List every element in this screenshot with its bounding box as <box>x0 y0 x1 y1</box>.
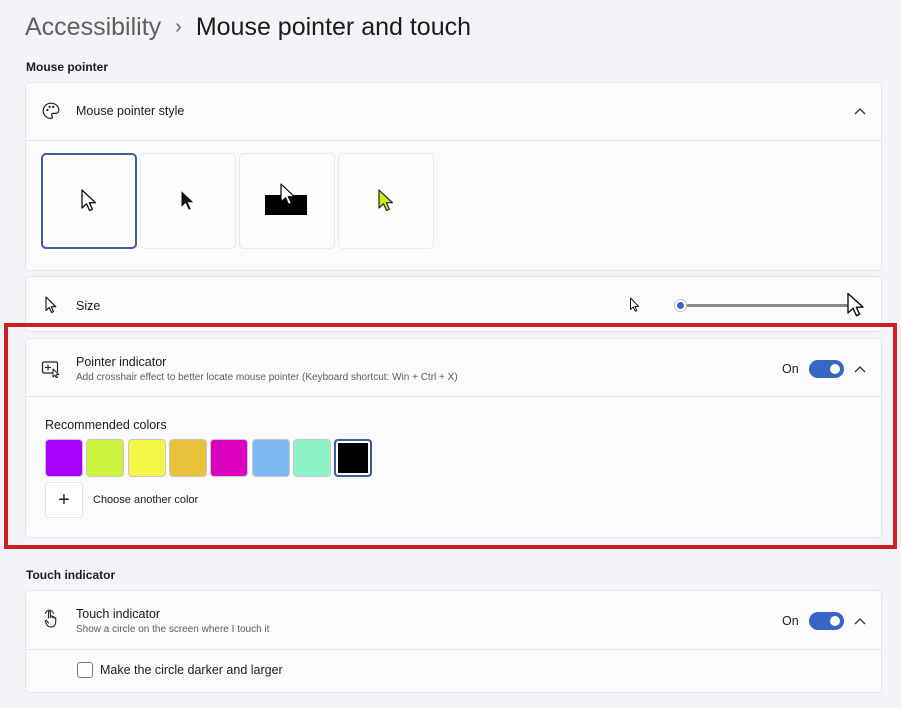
choose-another-color-label[interactable]: Choose another color <box>93 494 198 506</box>
chevron-up-icon[interactable] <box>853 614 867 628</box>
darker-larger-circle-checkbox[interactable] <box>77 662 93 678</box>
white-pointer-icon <box>81 189 97 212</box>
breadcrumb: Accessibility › Mouse pointer and touch <box>25 10 471 44</box>
pointer-icon <box>41 295 61 315</box>
size-label: Size <box>76 299 101 313</box>
pointer-indicator-subtitle: Add crosshair effect to better locate mo… <box>76 372 458 383</box>
breadcrumb-parent-link[interactable]: Accessibility <box>25 13 161 42</box>
inverted-pointer-icon <box>265 183 307 215</box>
pointer-indicator-title: Pointer indicator <box>76 355 167 369</box>
pointer-style-custom-option[interactable] <box>338 153 434 249</box>
darker-larger-circle-label[interactable]: Make the circle darker and larger <box>100 663 283 677</box>
touch-indicator-card: Touch indicator Show a circle on the scr… <box>25 590 882 693</box>
large-pointer-icon <box>846 292 866 323</box>
small-pointer-icon <box>629 297 640 318</box>
custom-color-pointer-icon <box>378 189 393 212</box>
recommended-colors-label: Recommended colors <box>45 418 167 432</box>
section-title-touch-indicator: Touch indicator <box>26 568 116 582</box>
chevron-up-icon[interactable] <box>853 362 867 376</box>
pointer-style-black-option[interactable] <box>140 153 236 249</box>
size-card: Size <box>25 276 882 332</box>
color-swatch[interactable] <box>168 439 207 477</box>
black-pointer-icon <box>180 189 195 211</box>
size-slider-thumb[interactable] <box>675 300 686 311</box>
mouse-pointer-style-label: Mouse pointer style <box>76 104 185 118</box>
pointer-indicator-toggle[interactable] <box>809 360 844 378</box>
touch-indicator-title: Touch indicator <box>76 607 161 621</box>
plus-icon: + <box>58 488 70 511</box>
touch-hand-icon <box>41 609 61 629</box>
divider <box>26 396 881 397</box>
color-swatch[interactable] <box>251 439 290 477</box>
touch-indicator-subtitle: Show a circle on the screen where I touc… <box>76 624 270 635</box>
pointer-style-inverted-option[interactable] <box>239 153 335 249</box>
divider <box>26 140 881 141</box>
color-swatch[interactable] <box>86 439 125 477</box>
pointer-style-white-option[interactable] <box>41 153 137 249</box>
mouse-pointer-style-card: Mouse pointer style <box>25 82 882 271</box>
touch-indicator-toggle[interactable] <box>809 612 844 630</box>
section-title-mouse-pointer: Mouse pointer <box>26 60 109 74</box>
toggle-knob <box>830 616 840 626</box>
color-swatch[interactable] <box>45 439 83 477</box>
color-swatch[interactable] <box>334 439 373 477</box>
palette-icon <box>41 101 61 121</box>
size-slider-track[interactable] <box>680 304 862 307</box>
pointer-indicator-toggle-state: On <box>782 362 799 376</box>
touch-indicator-toggle-state: On <box>782 614 799 628</box>
color-swatch[interactable] <box>292 439 331 477</box>
breadcrumb-separator-icon: › <box>175 15 182 38</box>
page-title: Mouse pointer and touch <box>195 12 472 41</box>
divider <box>26 649 881 650</box>
color-swatch[interactable] <box>127 439 166 477</box>
color-swatch[interactable] <box>210 439 249 477</box>
toggle-knob <box>830 364 840 374</box>
pointer-indicator-card: Pointer indicator Add crosshair effect t… <box>25 338 882 538</box>
mouse-pointer-style-header[interactable]: Mouse pointer style <box>26 83 881 140</box>
pointer-indicator-icon <box>41 359 61 379</box>
add-color-button[interactable]: + <box>45 482 83 518</box>
chevron-up-icon[interactable] <box>853 104 867 118</box>
